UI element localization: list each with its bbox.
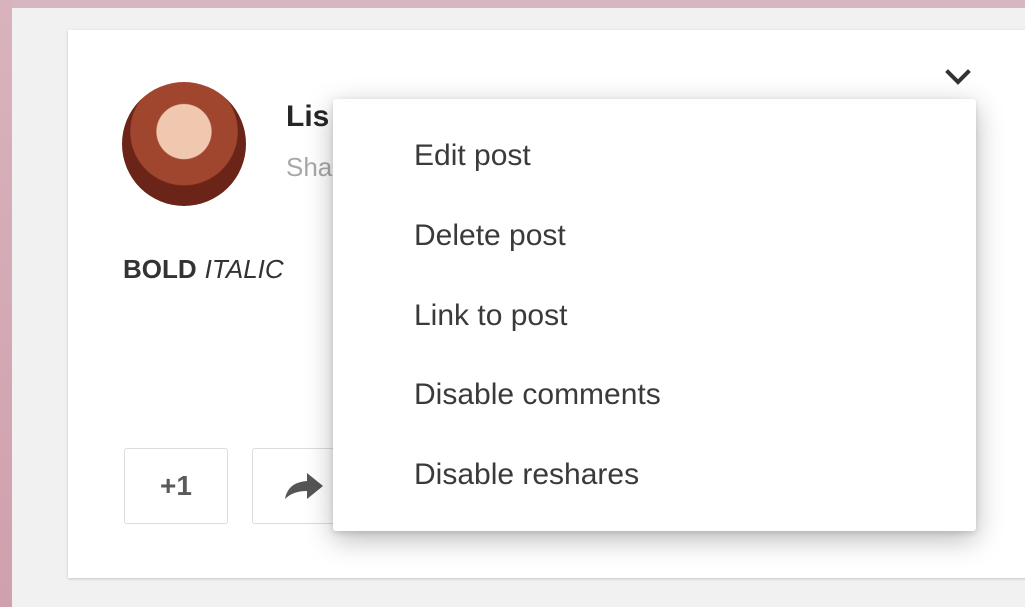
left-edge xyxy=(0,0,12,607)
author-name[interactable]: Lis xyxy=(286,100,329,134)
avatar[interactable] xyxy=(122,82,246,206)
top-edge xyxy=(0,0,1025,8)
menu-item-link-to-post[interactable]: Link to post xyxy=(414,299,567,333)
post-text-bold: BOLD xyxy=(123,254,197,284)
post-text: BOLD ITALIC xyxy=(123,254,284,285)
plus-one-button[interactable]: +1 xyxy=(124,448,228,524)
menu-item-delete-post[interactable]: Delete post xyxy=(414,219,566,253)
post-text-italic: ITALIC xyxy=(204,254,284,284)
menu-item-disable-reshares[interactable]: Disable reshares xyxy=(414,458,639,492)
menu-item-edit-post[interactable]: Edit post xyxy=(414,139,531,173)
share-arrow-icon xyxy=(285,473,323,499)
share-subtitle: Sha xyxy=(286,152,333,182)
post-options-menu: Edit post Delete post Link to post Disab… xyxy=(333,99,976,531)
menu-item-disable-comments[interactable]: Disable comments xyxy=(414,378,661,412)
chevron-down-icon[interactable] xyxy=(944,66,972,88)
